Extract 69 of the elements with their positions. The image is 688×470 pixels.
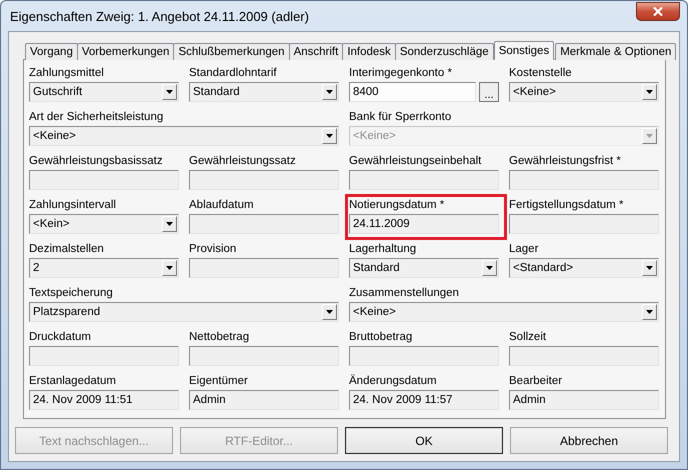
tab[interactable]: Sonstiges bbox=[494, 41, 554, 60]
field-label: Ablaufdatum bbox=[189, 198, 255, 212]
input-field[interactable]: Admin bbox=[189, 390, 339, 410]
field-label: Lagerhaltung bbox=[349, 242, 418, 256]
input-field[interactable]: Admin bbox=[509, 390, 659, 410]
input-field[interactable] bbox=[29, 170, 179, 190]
input-field[interactable] bbox=[349, 170, 499, 190]
dropdown-field[interactable]: <Keine> bbox=[29, 126, 339, 146]
dialog-button[interactable]: OK bbox=[345, 427, 503, 454]
tab[interactable]: Anschrift bbox=[288, 43, 344, 60]
input-field[interactable] bbox=[189, 214, 339, 234]
tab[interactable]: Infodesk bbox=[342, 43, 396, 60]
field-label: Notierungsdatum * bbox=[349, 198, 446, 212]
field-label: Nettobetrag bbox=[189, 330, 250, 344]
field-label: Zusammenstellungen bbox=[349, 286, 460, 300]
tab[interactable]: Vorgang bbox=[25, 43, 78, 60]
window-title: Eigenschaften Zweig: 1. Angebot 24.11.2009 (adler) bbox=[9, 8, 309, 24]
field-label: Bearbeiter bbox=[509, 374, 564, 388]
tab[interactable]: Sonderzuschläge bbox=[394, 43, 494, 60]
field-label: Bruttobetrag bbox=[349, 330, 414, 344]
field-label: Änderungsdatum bbox=[349, 374, 438, 388]
dropdown-field[interactable]: Platzsparend bbox=[29, 302, 339, 322]
input-field[interactable] bbox=[509, 346, 659, 366]
field-label: Art der Sicherheitsleistung bbox=[29, 110, 164, 124]
dropdown-field[interactable]: 2 bbox=[29, 258, 179, 278]
browse-button[interactable]: ... bbox=[479, 82, 499, 102]
input-field[interactable] bbox=[349, 346, 499, 366]
field-label: Zahlungsintervall bbox=[29, 198, 117, 212]
dropdown-field[interactable]: <Kein> bbox=[29, 214, 179, 234]
input-field[interactable] bbox=[189, 258, 339, 278]
field-label: Kostenstelle bbox=[509, 66, 573, 80]
dropdown-field[interactable]: Gutschrift bbox=[29, 82, 179, 102]
input-field[interactable]: 24. Nov 2009 11:51 bbox=[29, 390, 179, 410]
field-label: Gewährleistungssatz bbox=[189, 154, 297, 168]
field-label: Eigentümer bbox=[189, 374, 249, 388]
field-label: Gewährleistungseinbehalt bbox=[349, 154, 482, 168]
tab[interactable]: Merkmale & Optionen bbox=[555, 43, 676, 60]
field-label: Lager bbox=[509, 242, 540, 256]
dropdown-field[interactable]: <Standard> bbox=[509, 258, 659, 278]
input-field[interactable] bbox=[189, 346, 339, 366]
field-label: Fertigstellungsdatum * bbox=[509, 198, 624, 212]
field-label: Textspeicherung bbox=[29, 286, 114, 300]
input-field[interactable] bbox=[509, 170, 659, 190]
field-label: Bank für Sperrkonto bbox=[349, 110, 452, 124]
input-field[interactable] bbox=[29, 346, 179, 366]
field-label: Standardlohntarif bbox=[189, 66, 278, 80]
field-label: Gewährleistungsbasissatz bbox=[29, 154, 164, 168]
field-label: Dezimalstellen bbox=[29, 242, 105, 256]
tab[interactable]: Vorbemerkungen bbox=[76, 43, 174, 60]
field-label: Interimgegenkonto * bbox=[349, 66, 453, 80]
close-button[interactable] bbox=[636, 2, 680, 20]
tab[interactable]: Schlußbemerkungen bbox=[173, 43, 290, 60]
field-label: Druckdatum bbox=[29, 330, 92, 344]
input-field[interactable] bbox=[509, 214, 659, 234]
input-field[interactable]: 24. Nov 2009 11:57 bbox=[349, 390, 499, 410]
field-label: Erstanlagedatum bbox=[29, 374, 117, 388]
field-label: Gewährleistungsfrist * bbox=[509, 154, 622, 168]
field-label: Provision bbox=[189, 242, 238, 256]
input-field[interactable] bbox=[189, 170, 339, 190]
dropdown-field[interactable]: <Keine> bbox=[349, 302, 659, 322]
dropdown-field[interactable]: <Keine> bbox=[509, 82, 659, 102]
field-label: Zahlungsmittel bbox=[29, 66, 105, 80]
dropdown-field[interactable]: Standard bbox=[189, 82, 339, 102]
close-icon bbox=[653, 6, 663, 16]
dropdown-field[interactable]: Standard bbox=[349, 258, 499, 278]
input-field[interactable]: 8400 bbox=[349, 82, 476, 102]
dialog-button[interactable]: Abbrechen bbox=[510, 427, 668, 454]
input-field[interactable]: 24.11.2009 bbox=[349, 214, 499, 234]
field-label: Sollzeit bbox=[509, 330, 548, 344]
